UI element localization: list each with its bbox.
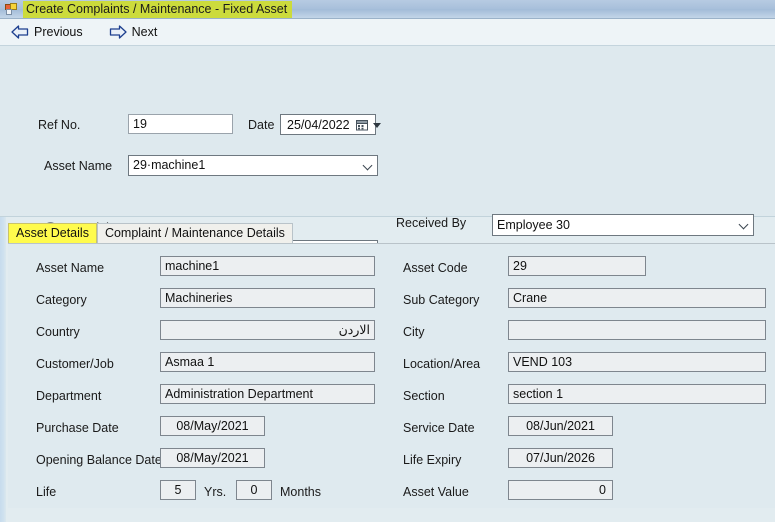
asset-name-detail-input[interactable]: machine1 xyxy=(160,256,375,276)
customer-job-label: Customer/Job xyxy=(36,357,114,371)
life-months-unit-label: Months xyxy=(280,485,321,499)
ref-no-label: Ref No. xyxy=(38,118,81,132)
life-years-unit-label: Yrs. xyxy=(204,485,227,499)
date-label: Date xyxy=(248,118,275,132)
date-dropdown-arrow-icon[interactable] xyxy=(371,115,384,134)
life-years-input[interactable]: 5 xyxy=(160,480,196,500)
sub-category-label: Sub Category xyxy=(403,293,480,307)
asset-code-input[interactable]: 29 xyxy=(508,256,646,276)
application-window: Create Complaints / Maintenance - Fixed … xyxy=(0,0,775,522)
purchase-date-label: Purchase Date xyxy=(36,421,119,435)
tab-strip: Asset Details Complaint / Maintenance De… xyxy=(8,221,775,244)
date-picker[interactable]: 25/04/2022 xyxy=(280,114,381,135)
life-label: Life xyxy=(36,485,57,499)
department-input[interactable]: Administration Department xyxy=(160,384,375,404)
location-area-input[interactable]: VEND 103 xyxy=(508,352,766,372)
opening-balance-date-input[interactable]: 08/May/2021 xyxy=(160,448,265,468)
title-bar: Create Complaints / Maintenance - Fixed … xyxy=(0,0,775,19)
tab-asset-details-label: Asset Details xyxy=(16,226,89,240)
category-label: Category xyxy=(36,293,87,307)
asset-name-label: Asset Name xyxy=(44,159,113,173)
navigation-bar: Previous Next xyxy=(0,19,775,46)
country-label: Country xyxy=(36,325,80,339)
calendar-icon xyxy=(355,119,369,131)
country-input[interactable]: الاردن xyxy=(160,320,375,340)
section-label: Section xyxy=(403,389,445,403)
asset-details-panel: Asset Name machine1 Category Machineries… xyxy=(8,243,775,508)
city-label: City xyxy=(403,325,425,339)
city-input[interactable] xyxy=(508,320,766,340)
arrow-right-icon xyxy=(109,25,127,39)
service-date-input[interactable]: 08/Jun/2021 xyxy=(508,416,613,436)
asset-value-label: Asset Value xyxy=(403,485,469,499)
asset-value-input[interactable]: 0 xyxy=(508,480,613,500)
purchase-date-input[interactable]: 08/May/2021 xyxy=(160,416,265,436)
date-value: 25/04/2022 xyxy=(287,117,350,132)
next-label: Next xyxy=(131,25,158,39)
form-window-icon xyxy=(5,2,18,16)
tab-complaint-maintenance-details[interactable]: Complaint / Maintenance Details xyxy=(96,223,293,244)
header-form: Ref No. 19 Date 25/04/2022 Asset Name 29… xyxy=(0,46,775,261)
life-expiry-label: Life Expiry xyxy=(403,453,462,467)
category-input[interactable]: Machineries xyxy=(160,288,375,308)
life-expiry-input[interactable]: 07/Jun/2026 xyxy=(508,448,613,468)
service-date-label: Service Date xyxy=(403,421,475,435)
previous-label: Previous xyxy=(34,25,83,39)
asset-name-combo[interactable]: 29·machine1 xyxy=(128,155,378,176)
tab-complaint-maintenance-details-label: Complaint / Maintenance Details xyxy=(104,226,285,240)
asset-code-label: Asset Code xyxy=(403,261,468,275)
asset-name-value: 29·machine1 xyxy=(133,158,206,172)
life-months-input[interactable]: 0 xyxy=(236,480,272,500)
customer-job-input[interactable]: Asmaa 1 xyxy=(160,352,375,372)
next-button[interactable]: Next xyxy=(107,24,160,40)
location-area-label: Location/Area xyxy=(403,357,481,371)
opening-balance-date-label: Opening Balance Date xyxy=(36,453,162,467)
asset-name-detail-label: Asset Name xyxy=(36,261,105,275)
previous-button[interactable]: Previous xyxy=(9,24,85,40)
section-input[interactable]: section 1 xyxy=(508,384,766,404)
chevron-down-icon xyxy=(363,164,372,169)
tab-asset-details[interactable]: Asset Details xyxy=(8,223,97,244)
arrow-left-icon xyxy=(11,25,29,39)
window-title: Create Complaints / Maintenance - Fixed … xyxy=(23,0,293,18)
ref-no-input[interactable]: 19 xyxy=(128,114,233,134)
department-label: Department xyxy=(36,389,102,403)
sub-category-input[interactable]: Crane xyxy=(508,288,766,308)
